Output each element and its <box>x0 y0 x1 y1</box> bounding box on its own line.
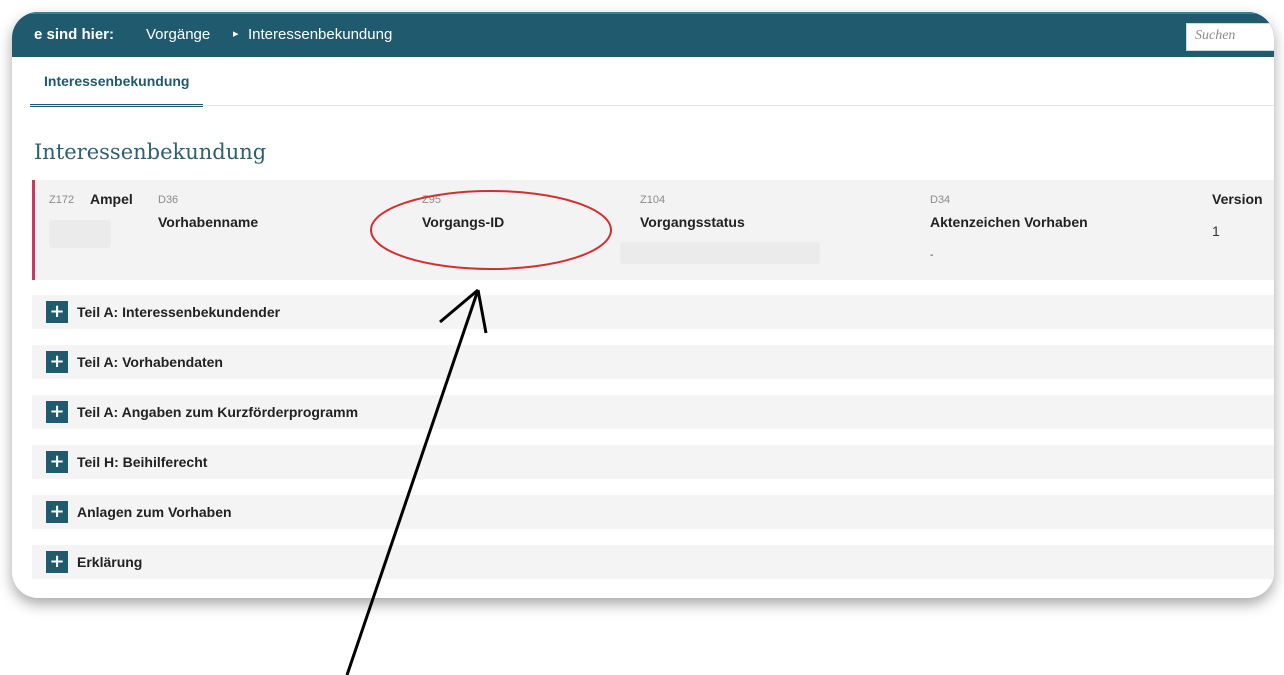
annotation-overlay <box>345 190 612 675</box>
annotation-arrow-head-right <box>476 289 488 334</box>
annotation-arrow-line <box>345 289 480 675</box>
annotation-circle <box>370 190 612 270</box>
